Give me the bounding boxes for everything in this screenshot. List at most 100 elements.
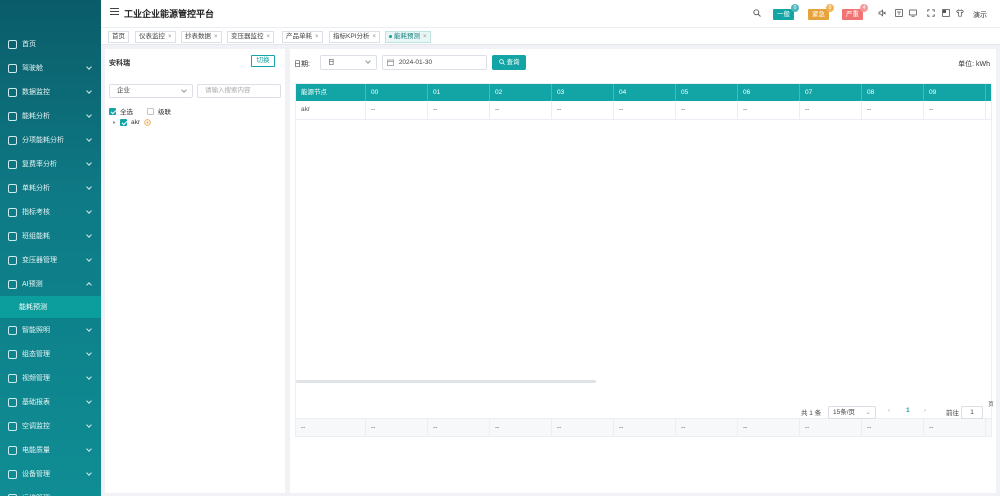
column-header: 09: [924, 84, 986, 101]
alert-severe-button[interactable]: 严重 4: [842, 4, 868, 20]
goto-page-input[interactable]: 1: [961, 406, 983, 419]
tab-1[interactable]: 仪表监控 ×: [135, 31, 176, 43]
date-picker[interactable]: 2024-01-30: [382, 55, 487, 70]
close-icon[interactable]: ×: [267, 34, 271, 40]
tab-bar: 首页 仪表监控 × 抄表数据 × 变压器监控 × 产品单耗 × 指标KPI分析 × 能耗预测 ×: [101, 27, 1000, 45]
mute-icon[interactable]: [878, 9, 886, 17]
sidebar-item-transformer[interactable]: 变压器管理: [0, 248, 101, 272]
current-page[interactable]: 1: [906, 407, 910, 414]
sidebar-item-label: 智能照明: [22, 327, 50, 334]
chevron-down-icon: [181, 87, 187, 93]
sidebar-item-home[interactable]: 首页: [0, 32, 101, 56]
close-icon[interactable]: ×: [214, 34, 218, 40]
alert-normal-button[interactable]: 一般 0: [773, 4, 799, 20]
screen-icon[interactable]: [909, 9, 917, 17]
sidebar-item-chart[interactable]: 能耗分析: [0, 104, 101, 128]
sidebar-item-label: 空调监控: [22, 423, 50, 430]
light-icon: [8, 325, 17, 335]
column-header: 08: [862, 84, 924, 101]
power-icon: [8, 445, 17, 455]
date-value: 2024-01-30: [398, 59, 433, 66]
sidebar-item-ac[interactable]: 空调监控: [0, 414, 101, 438]
query-button[interactable]: 查询: [492, 55, 526, 70]
report-icon: [8, 397, 17, 407]
chevron-down-icon: [86, 112, 92, 118]
chevron-down-icon: [86, 136, 92, 142]
tab-0[interactable]: 首页: [108, 31, 129, 43]
close-icon[interactable]: ×: [315, 34, 319, 40]
alert-urgent-button[interactable]: 紧急 0: [808, 4, 834, 20]
summary-cell: --: [366, 419, 428, 436]
sidebar-item-light[interactable]: 智能照明: [0, 318, 101, 342]
tab-2[interactable]: 抄表数据 ×: [181, 31, 222, 43]
tree-node-akr[interactable]: ▸ akr: [113, 119, 151, 126]
sidebar-item-ai[interactable]: AI预测: [0, 272, 101, 296]
user-name[interactable]: 演示: [973, 10, 987, 20]
sidebar-item-label: 电能质量: [22, 447, 50, 454]
layout-icon[interactable]: [942, 9, 950, 17]
summary-cell: [986, 419, 991, 436]
horizontal-scrollbar[interactable]: [296, 380, 596, 383]
sidebar-item-target[interactable]: 指标考核: [0, 200, 101, 224]
table-cell: --: [862, 101, 924, 119]
scope-select[interactable]: 企业: [109, 84, 193, 98]
unit-icon: [8, 183, 17, 193]
tab-label: 抄表数据: [185, 33, 211, 40]
table-cell: --: [428, 101, 490, 119]
sidebar-item-rate[interactable]: 复费率分析: [0, 152, 101, 176]
column-header: [986, 84, 991, 101]
sidebar-item-power[interactable]: 电能质量: [0, 438, 101, 462]
sidebar-item-video[interactable]: 视频管理: [0, 366, 101, 390]
active-dot-icon: [389, 34, 392, 38]
sidebar-item-unit[interactable]: 单耗分析: [0, 176, 101, 200]
alert-severe-label: 严重: [846, 11, 859, 18]
select-all-checkbox[interactable]: 全选: [109, 106, 133, 116]
close-icon[interactable]: ×: [372, 34, 376, 40]
tab-3[interactable]: 变压器监控 ×: [227, 31, 275, 43]
close-icon[interactable]: ×: [423, 34, 427, 40]
sidebar-item-trend[interactable]: 分项能耗分析: [0, 128, 101, 152]
sidebar-subitem-energy-forecast[interactable]: 能耗预测: [0, 296, 101, 318]
sidebar-item-config[interactable]: 组态管理: [0, 342, 101, 366]
prev-page-icon[interactable]: ‹: [888, 407, 890, 414]
sidebar-item-report[interactable]: 基础报表: [0, 390, 101, 414]
top-header: 工业企业能源管控平台 一般 0 紧急 0 严重 4 演示: [101, 0, 1000, 27]
chevron-down-icon: [86, 208, 92, 214]
close-icon[interactable]: ×: [168, 34, 172, 40]
sidebar-item-dashboard[interactable]: 驾驶舱: [0, 56, 101, 80]
tab-label: 仪表监控: [139, 33, 165, 40]
period-select[interactable]: 日: [320, 55, 377, 70]
sidebar-item-team[interactable]: 班组能耗: [0, 224, 101, 248]
ai-icon: [8, 279, 17, 289]
chevron-down-icon: [86, 470, 92, 476]
search-icon[interactable]: [753, 9, 761, 17]
fullscreen-icon[interactable]: [927, 9, 935, 17]
sidebar-item-device[interactable]: 设备管理: [0, 462, 101, 486]
switch-button[interactable]: 切换: [251, 55, 275, 67]
page-size-select[interactable]: 15条/页 ⌄: [828, 406, 876, 419]
tree-search-input[interactable]: 请输入搜索内容: [197, 84, 281, 98]
tab-6[interactable]: 能耗预测 ×: [385, 31, 431, 43]
sidebar-item-monitor[interactable]: 数据监控: [0, 80, 101, 104]
scope-select-value: 企业: [117, 87, 130, 94]
column-header: 02: [490, 84, 552, 101]
chevron-down-icon: [86, 88, 92, 94]
theme-shirt-icon[interactable]: [956, 9, 964, 17]
org-tree-panel: 安科瑞 切换 企业 请输入搜索内容 全选 级联 ▸ akr: [105, 49, 285, 493]
menu-toggle-icon[interactable]: [110, 8, 119, 16]
summary-cell: --: [862, 419, 924, 436]
tab-5[interactable]: 指标KPI分析 ×: [329, 31, 380, 43]
next-page-icon[interactable]: ›: [924, 407, 926, 414]
sidebar-item-label: 变压器管理: [22, 257, 57, 264]
tab-4[interactable]: 产品单耗 ×: [282, 31, 323, 43]
chevron-up-icon: [86, 282, 92, 288]
tree-node-label: akr: [131, 119, 141, 126]
tree-expand-icon[interactable]: ▸: [113, 119, 116, 126]
table-cell: --: [924, 101, 986, 119]
column-header: 03: [552, 84, 614, 101]
sidebar-item-ops[interactable]: 运维管理: [0, 486, 101, 496]
cascade-checkbox[interactable]: 级联: [147, 106, 171, 116]
translate-icon[interactable]: [895, 9, 903, 17]
alert-severe-count: 4: [860, 4, 868, 12]
sidebar-item-label: 设备管理: [22, 471, 50, 478]
